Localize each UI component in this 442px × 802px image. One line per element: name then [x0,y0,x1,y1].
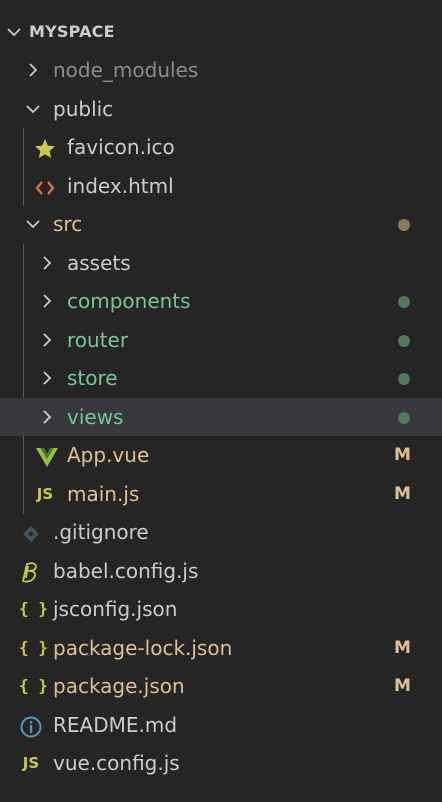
chevron-down-icon [25,101,41,117]
tree-item-index-html[interactable]: index.html [0,167,442,205]
modified-dot [398,219,410,231]
tree-item-label: .gitignore [53,520,149,544]
json-icon: { } [19,638,48,657]
tree-item-src[interactable]: src [0,205,442,243]
tree-item-main-js[interactable]: JS main.js M [0,475,442,513]
tree-item-label: src [53,212,83,236]
chevron-right-icon [39,370,55,386]
git-status-badge: M [394,638,411,658]
chevron-right-icon [39,255,55,271]
js-icon: JS [22,754,40,772]
untracked-dot [398,296,410,308]
chevron-down-icon [25,216,41,232]
tree-item-label: vue.config.js [53,751,180,775]
babel-icon [19,559,43,583]
tree-item-label: App.vue [67,443,150,467]
chevron-right-icon [39,409,55,425]
js-icon: JS [36,485,54,503]
untracked-dot [398,335,410,347]
json-icon: { } [19,599,48,618]
tree-item-node-modules[interactable]: node_modules [0,51,442,89]
tree-item-label: store [67,366,118,390]
info-icon [19,713,43,738]
git-status-badge: M [394,445,411,465]
tree-item-gitignore[interactable]: .gitignore [0,513,442,551]
tree-item-label: node_modules [53,58,199,82]
tree-item-store[interactable]: store [0,359,442,397]
html-code-icon [33,174,57,198]
tree-item-readme[interactable]: README.md [0,706,442,744]
chevron-right-icon [39,332,55,348]
untracked-dot [398,373,410,385]
tree-item-label: views [67,405,124,429]
tree-item-app-vue[interactable]: App.vue M [0,436,442,474]
tree-item-favicon[interactable]: favicon.ico [0,128,442,166]
git-status-badge: M [394,484,411,504]
git-status-badge: M [394,676,411,696]
tree-item-label: components [67,289,191,313]
tree-item-label: index.html [67,174,174,198]
tree-item-babel-config[interactable]: babel.config.js [0,552,442,590]
tree-item-label: router [67,328,129,352]
tree-item-views[interactable]: views [0,398,442,436]
tree-item-label: README.md [53,713,178,737]
tree-item-label: assets [67,251,131,275]
tree-item-label: main.js [67,482,140,506]
tree-item-label: favicon.ico [67,135,175,159]
tree-item-components[interactable]: components [0,282,442,320]
tree-item-label: package.json [53,674,185,698]
chevron-down-icon [6,24,22,40]
untracked-dot [398,412,410,424]
workspace-section-header[interactable]: MYSPACE [0,14,442,50]
tree-item-jsconfig[interactable]: { } jsconfig.json [0,590,442,628]
file-explorer: MYSPACE node_modules public favicon.ico … [0,0,442,802]
chevron-right-icon [39,293,55,309]
git-icon [19,520,43,544]
vue-icon [35,443,59,467]
tree-item-label: public [53,97,114,121]
star-icon [33,135,57,159]
tree-item-label: jsconfig.json [53,597,178,621]
tree-item-vue-config[interactable]: JS vue.config.js [0,744,442,782]
json-icon: { } [19,676,48,695]
tree-item-router[interactable]: router [0,321,442,359]
tree-item-assets[interactable]: assets [0,244,442,282]
tree-item-package-lock[interactable]: { } package-lock.json M [0,629,442,667]
chevron-right-icon [25,62,41,78]
tree-item-label: babel.config.js [53,559,199,583]
tree-item-public[interactable]: public [0,90,442,128]
workspace-title: MYSPACE [29,22,115,41]
tree-item-package-json[interactable]: { } package.json M [0,667,442,705]
tree-item-label: package-lock.json [53,636,233,660]
